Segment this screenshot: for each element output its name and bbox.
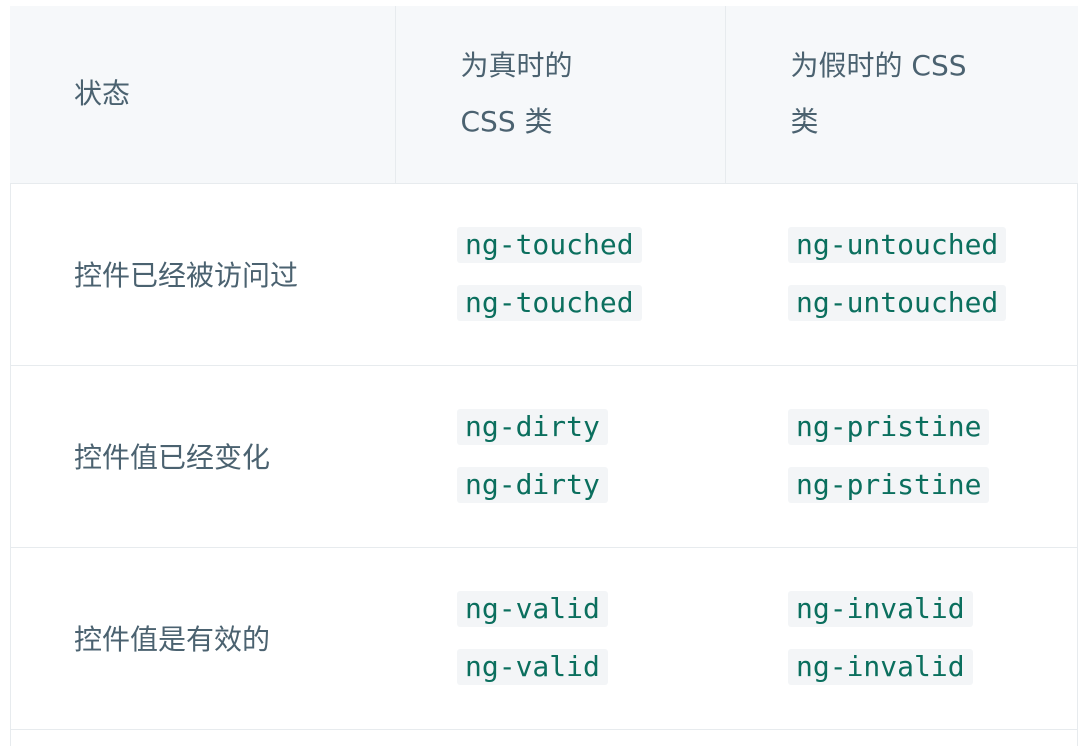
header-true-class-line-2: CSS 类 bbox=[460, 105, 553, 139]
class-code: ng-touched bbox=[457, 227, 642, 263]
class-code: ng-invalid bbox=[788, 649, 973, 685]
css-class-table: 状态 为真时的 CSS 类 为假时的 CSS 类 控件已经被访问过 ng-tou… bbox=[10, 6, 1078, 730]
state-cell: 控件值是有效的 bbox=[10, 547, 395, 730]
header-false-class-line-2: 类 bbox=[790, 105, 819, 139]
class-code: ng-valid bbox=[457, 591, 608, 627]
true-class-cell: ng-touched ng-touched bbox=[395, 183, 725, 366]
header-state-label: 状态 bbox=[74, 77, 131, 111]
header-false-class-line-1: 为假时的 CSS bbox=[790, 49, 967, 83]
class-code: ng-valid bbox=[457, 649, 608, 685]
true-class-cell: ng-valid ng-valid bbox=[395, 547, 725, 730]
table-row: 控件值是有效的 ng-valid ng-valid ng-invalid ng-… bbox=[10, 547, 1078, 730]
class-code: ng-untouched bbox=[788, 285, 1007, 321]
header-state: 状态 bbox=[10, 6, 396, 184]
table-row: 控件值已经变化 ng-dirty ng-dirty ng-pristine ng… bbox=[10, 365, 1078, 548]
class-code: ng-touched bbox=[457, 285, 642, 321]
header-false-class: 为假时的 CSS 类 bbox=[725, 6, 1078, 184]
state-cell: 控件值已经变化 bbox=[10, 365, 395, 548]
false-class-cell: ng-untouched ng-untouched bbox=[725, 183, 1078, 366]
class-code: ng-untouched bbox=[788, 227, 1007, 263]
header-true-class: 为真时的 CSS 类 bbox=[395, 6, 726, 184]
state-cell: 控件已经被访问过 bbox=[10, 183, 395, 366]
class-code: ng-dirty bbox=[457, 409, 608, 445]
class-code: ng-pristine bbox=[788, 467, 990, 503]
class-code: ng-pristine bbox=[788, 409, 990, 445]
true-class-cell: ng-dirty ng-dirty bbox=[395, 365, 725, 548]
false-class-cell: ng-invalid ng-invalid bbox=[725, 547, 1078, 730]
class-code: ng-invalid bbox=[788, 591, 973, 627]
table-header-row: 状态 为真时的 CSS 类 为假时的 CSS 类 bbox=[10, 6, 1078, 184]
class-code: ng-dirty bbox=[457, 467, 608, 503]
table-row: 控件已经被访问过 ng-touched ng-touched ng-untouc… bbox=[10, 183, 1078, 366]
false-class-cell: ng-pristine ng-pristine bbox=[725, 365, 1078, 548]
header-true-class-line-1: 为真时的 bbox=[460, 49, 573, 83]
